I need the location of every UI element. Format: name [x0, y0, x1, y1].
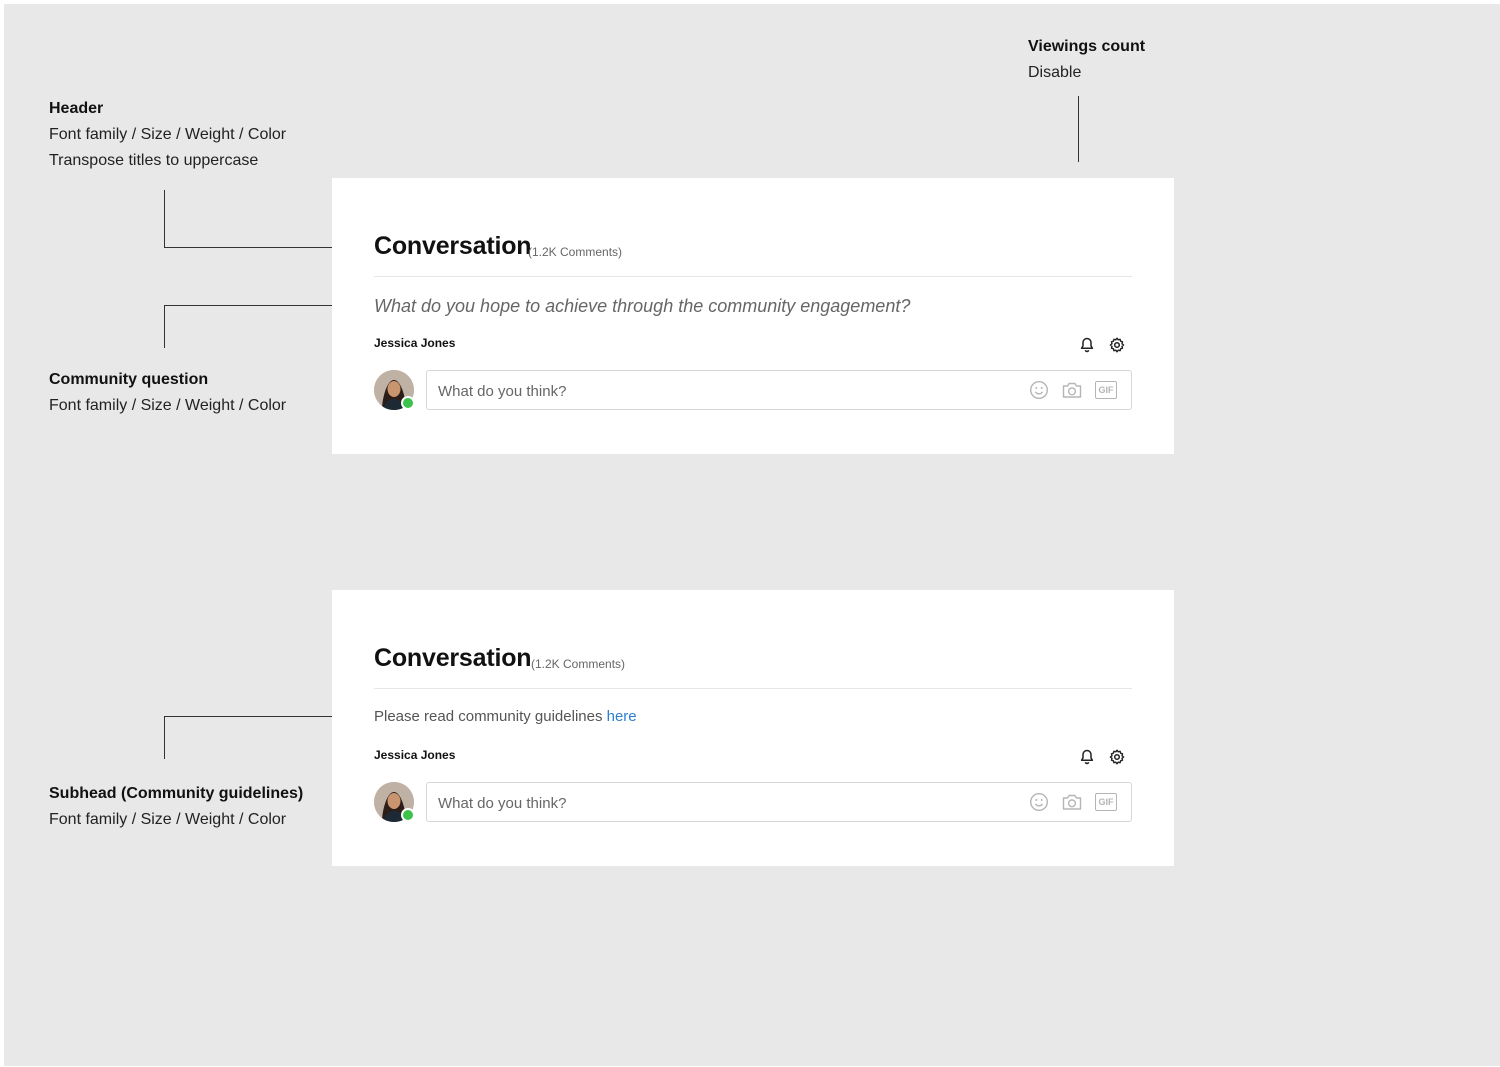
annotation-header: Header Font family / Size / Weight / Col… — [49, 96, 286, 174]
input-tools: GIF — [1029, 380, 1117, 400]
conversation-widget-question: Conversation (1.2K Comments) What do you… — [332, 178, 1174, 454]
annotation-title: Viewings count — [1028, 38, 1146, 55]
comment-input[interactable] — [436, 371, 1000, 411]
annotation-subhead: Subhead (Community guidelines) Font fami… — [49, 781, 303, 833]
gif-icon[interactable]: GIF — [1095, 381, 1117, 399]
annotation-connector — [164, 716, 165, 759]
annotation-community-question: Community question Font family / Size / … — [49, 367, 286, 419]
camera-icon[interactable] — [1061, 792, 1083, 812]
annotation-connector — [164, 190, 165, 248]
online-status-indicator — [401, 808, 415, 822]
gif-label: GIF — [1098, 385, 1114, 395]
comment-box[interactable]: GIF — [426, 370, 1132, 411]
online-status-indicator — [401, 396, 415, 410]
annotation-viewings-count: Viewings count Disable — [1028, 34, 1145, 86]
bell-icon[interactable] — [1078, 336, 1096, 354]
annotation-text: Transpose titles to uppercase — [49, 152, 259, 169]
design-canvas: Viewings count Disable Header Font famil… — [4, 4, 1500, 1066]
gear-icon[interactable] — [1108, 336, 1126, 354]
camera-icon[interactable] — [1061, 380, 1083, 400]
gif-icon[interactable]: GIF — [1095, 793, 1117, 811]
comment-box[interactable]: GIF — [426, 782, 1132, 823]
community-guidelines: Please read community guidelines here — [374, 708, 637, 725]
conversation-widget-guidelines: Conversation (1.2K Comments) Please read… — [332, 590, 1174, 866]
conversation-header: Conversation (1.2K Comments) — [374, 232, 1132, 277]
annotation-text: Font family / Size / Weight / Color — [49, 397, 287, 414]
bell-icon[interactable] — [1078, 748, 1096, 766]
smiley-icon[interactable] — [1029, 380, 1049, 400]
annotation-text: Font family / Size / Weight / Color — [49, 811, 287, 828]
smiley-icon[interactable] — [1029, 792, 1049, 812]
annotation-text: Font family / Size / Weight / Color — [49, 126, 287, 143]
input-tools: GIF — [1029, 792, 1117, 812]
annotation-connector — [1078, 96, 1079, 162]
user-name: Jessica Jones — [374, 748, 456, 762]
user-name: Jessica Jones — [374, 336, 456, 350]
annotation-connector — [164, 305, 165, 348]
annotation-title: Community question — [49, 371, 209, 388]
avatar — [374, 370, 415, 410]
conversation-title: Conversation — [374, 644, 532, 672]
conversation-header: Conversation (1.2K Comments) — [374, 644, 1132, 689]
comment-input[interactable] — [436, 783, 1000, 823]
annotation-title: Subhead (Community guidelines) — [49, 785, 304, 802]
gear-icon[interactable] — [1108, 748, 1126, 766]
gif-label: GIF — [1098, 797, 1114, 807]
toolbar — [1078, 748, 1126, 766]
annotation-title: Header — [49, 100, 104, 117]
comment-count: (1.2K Comments) — [531, 657, 626, 671]
guidelines-text: Please read community guidelines — [374, 708, 607, 725]
annotation-text: Disable — [1028, 64, 1082, 81]
comment-count: (1.2K Comments) — [528, 245, 623, 259]
guidelines-link[interactable]: here — [607, 708, 637, 725]
toolbar — [1078, 336, 1126, 354]
avatar — [374, 782, 415, 822]
community-question: What do you hope to achieve through the … — [374, 296, 911, 316]
conversation-title: Conversation — [374, 232, 532, 260]
